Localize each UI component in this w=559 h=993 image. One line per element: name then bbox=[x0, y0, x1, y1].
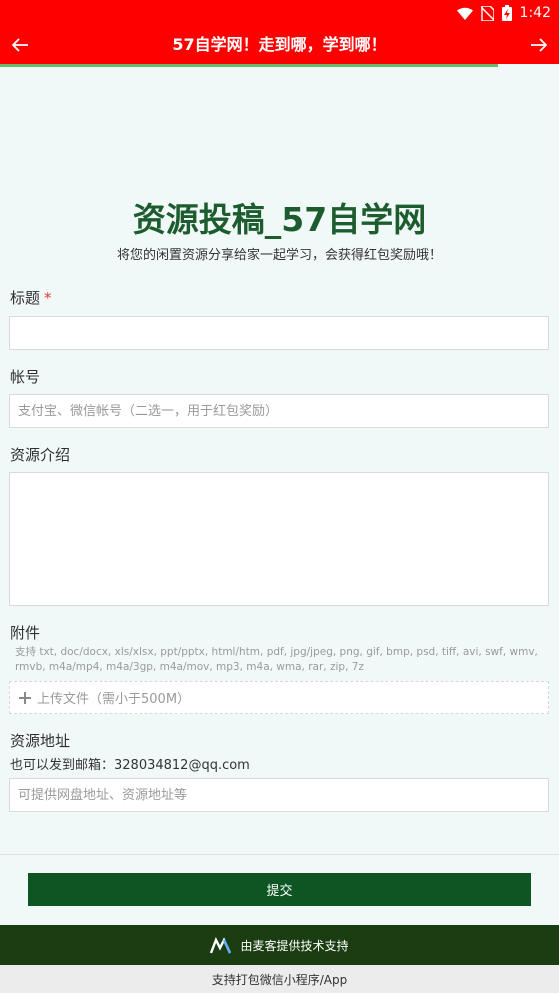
page-load-progress bbox=[0, 64, 559, 67]
maike-logo-icon bbox=[210, 936, 232, 954]
page-subtitle: 将您的闲置资源分享给家一起学习，会获得红包奖励哦！ bbox=[116, 248, 442, 263]
required-mark: * bbox=[44, 289, 52, 307]
status-bar: 1:42 bbox=[0, 0, 559, 26]
plus-icon bbox=[19, 691, 31, 704]
status-icons: 1:42 bbox=[456, 0, 551, 26]
title-label: 标题 * bbox=[10, 287, 52, 308]
status-time: 1:42 bbox=[519, 5, 551, 21]
no-sim-icon bbox=[480, 5, 494, 21]
address-input[interactable] bbox=[9, 778, 549, 812]
powered-by-text: 由麦客提供技术支持 bbox=[240, 938, 349, 953]
footer: 由麦客提供技术支持 bbox=[0, 925, 559, 965]
address-label: 资源地址 bbox=[10, 732, 71, 750]
upload-file-label: 上传文件（需小于500M） bbox=[37, 692, 191, 707]
app-bar-title: 57自学网！走到哪，学到哪！ bbox=[172, 35, 387, 54]
wifi-icon bbox=[456, 7, 473, 20]
title-label-text: 标题 bbox=[10, 289, 41, 307]
arrow-right-icon bbox=[531, 38, 548, 52]
battery-charging-icon bbox=[501, 5, 512, 21]
app-bar: 57自学网！走到哪，学到哪！ bbox=[0, 26, 559, 64]
attachment-label: 附件 bbox=[10, 624, 41, 642]
page-load-progress-fill bbox=[0, 64, 498, 67]
upload-file-button[interactable]: 上传文件（需小于500M） bbox=[9, 681, 549, 714]
intro-label: 资源介绍 bbox=[10, 446, 71, 464]
bottom-bar-text: 支持打包微信小程序/App bbox=[211, 972, 348, 987]
submit-button[interactable]: 提交 bbox=[28, 873, 531, 906]
account-label: 帐号 bbox=[10, 368, 41, 386]
email-hint: 也可以发到邮箱：328034812@qq.com bbox=[10, 758, 250, 773]
page-title: 资源投稿_57自学网 bbox=[132, 200, 427, 239]
bottom-bar: 支持打包微信小程序/App bbox=[0, 965, 559, 993]
divider bbox=[0, 854, 559, 855]
title-input[interactable] bbox=[9, 316, 549, 350]
intro-textarea[interactable] bbox=[9, 472, 549, 606]
account-input[interactable] bbox=[9, 394, 549, 428]
attachment-hint: 支持 txt, doc/docx, xls/xlsx, ppt/pptx, ht… bbox=[15, 646, 538, 673]
forward-button[interactable] bbox=[519, 26, 559, 64]
